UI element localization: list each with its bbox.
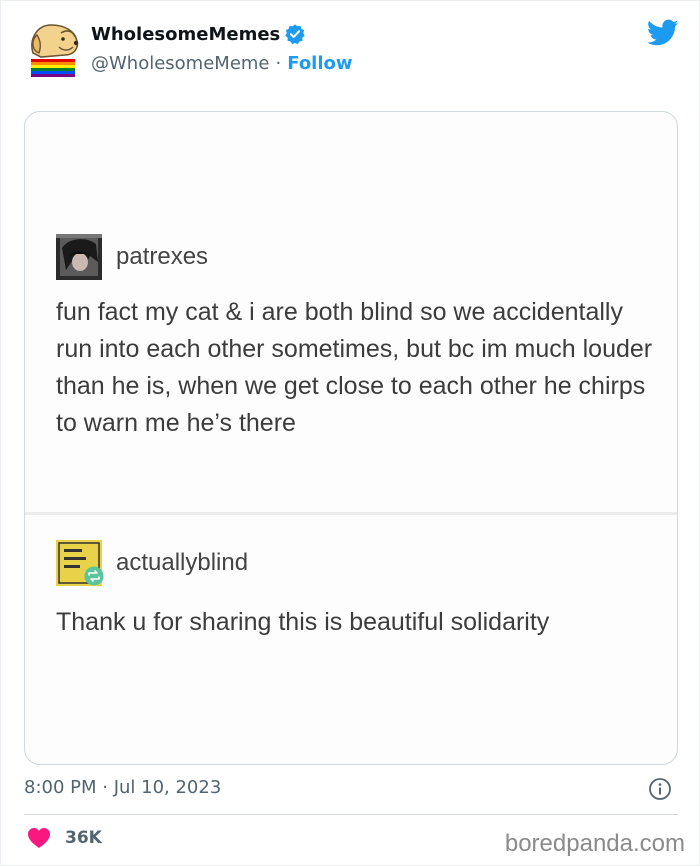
like-button[interactable]: 36K — [27, 827, 102, 849]
tumblr-post-original: patrexes fun fact my cat & i are both bl… — [56, 234, 656, 442]
tumblr-post-reply: actuallyblind Thank u for sharing this i… — [56, 540, 656, 641]
embedded-screenshot[interactable]: patrexes fun fact my cat & i are both bl… — [24, 111, 678, 765]
tweet-card: WholesomeMemes @WholesomeMeme · Follow p… — [0, 0, 700, 866]
verified-badge-icon — [285, 24, 305, 45]
tweet-timestamp[interactable]: 8:00 PM · Jul 10, 2023 — [24, 777, 221, 798]
tweet-header: WholesomeMemes @WholesomeMeme · Follow — [23, 17, 683, 81]
post-divider — [25, 512, 677, 515]
author-display-name[interactable]: WholesomeMemes — [91, 24, 280, 45]
handle-separator: · — [275, 53, 282, 74]
author-handle-row: @WholesomeMeme · Follow — [91, 53, 353, 74]
post-username: patrexes — [116, 243, 209, 270]
info-icon[interactable] — [648, 777, 672, 801]
dog-avatar-icon[interactable] — [23, 17, 83, 79]
like-count: 36K — [65, 828, 102, 848]
user-avatar-icon — [56, 234, 102, 280]
heart-icon[interactable] — [27, 827, 51, 849]
twitter-bird-icon[interactable] — [647, 19, 679, 47]
post-header: actuallyblind — [56, 540, 656, 586]
post-username: actuallyblind — [116, 549, 249, 576]
author-handle[interactable]: @WholesomeMeme — [91, 53, 270, 74]
author-name-row: WholesomeMemes — [91, 23, 306, 45]
post-body: Thank u for sharing this is beautiful so… — [56, 608, 550, 636]
post-header: patrexes — [56, 234, 656, 280]
post-body: fun fact my cat & i are both blind so we… — [56, 298, 653, 437]
footer-divider — [24, 814, 678, 815]
watermark: boredpanda.com — [504, 830, 685, 857]
follow-button[interactable]: Follow — [287, 53, 352, 74]
reblog-icon — [84, 566, 104, 586]
